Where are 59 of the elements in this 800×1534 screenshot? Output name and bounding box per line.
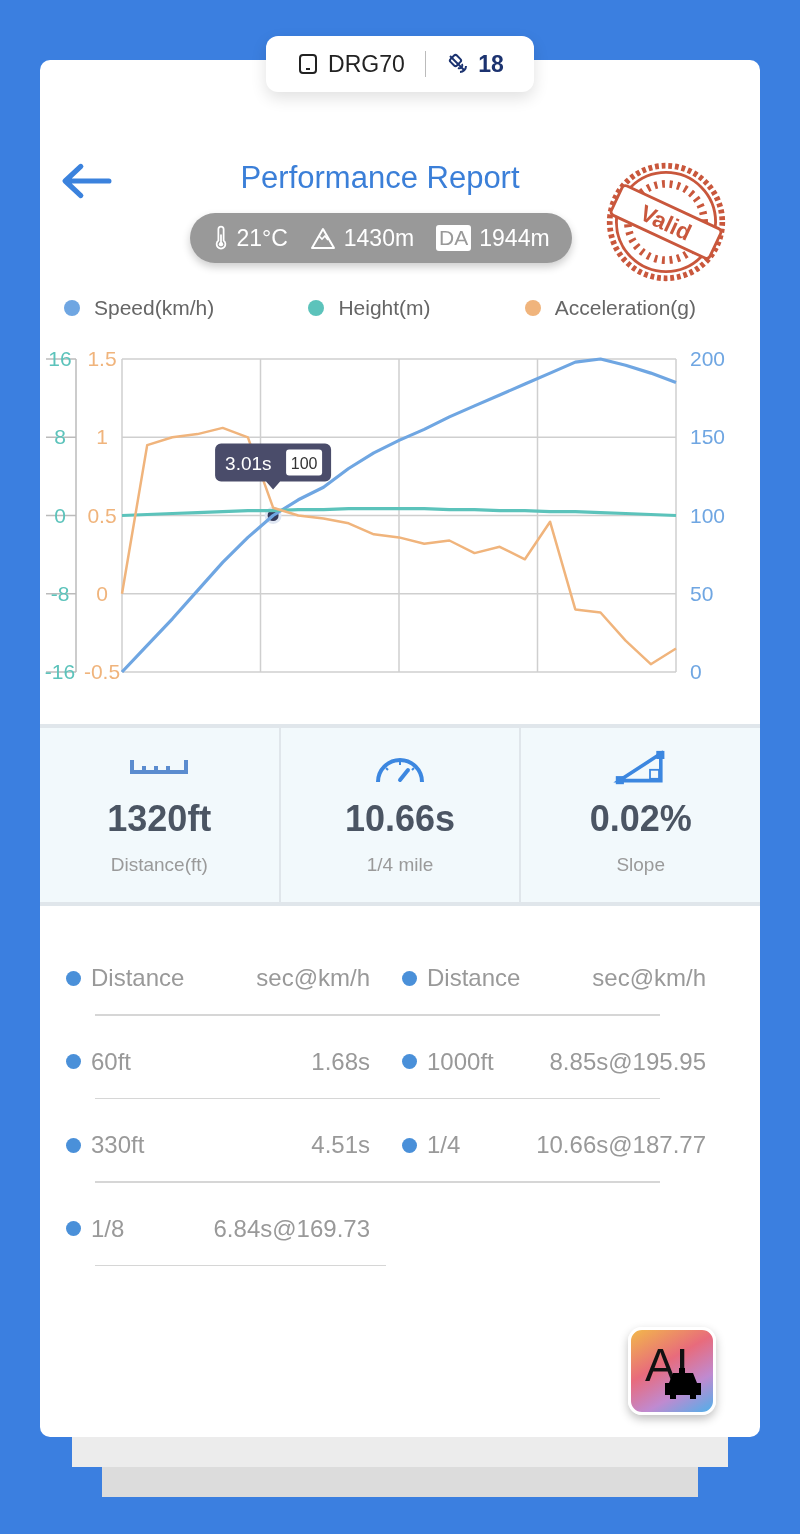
satellite-count: 18 <box>478 50 504 78</box>
split-distance: 1000ft <box>427 1047 494 1076</box>
legend-label: Acceleration(g) <box>554 296 696 320</box>
bullet-dot <box>66 1137 81 1153</box>
split-time: 6.84s@169.73 <box>213 1214 370 1243</box>
bullet-dot <box>402 1137 417 1153</box>
axis-tick-label: -8 <box>50 581 70 605</box>
column-header: Distance <box>91 964 185 992</box>
axis-tick-label: 0 <box>96 581 108 605</box>
altitude-text: 1430m <box>343 224 415 252</box>
temperature-text: 21°C <box>236 224 288 252</box>
device-name: DRG70 <box>328 50 405 78</box>
column-header: sec@km/h <box>592 964 706 992</box>
axis-tick-label: 0 <box>690 660 702 683</box>
axis-tick-label: 200 <box>690 347 726 370</box>
split-time: 1.68s <box>311 1047 370 1076</box>
bullet-dot <box>402 1054 417 1069</box>
bullet-dot <box>66 1221 81 1236</box>
stamp-text: Valid <box>636 199 696 246</box>
axis-tick-label: 100 <box>690 503 726 527</box>
thermometer-icon <box>214 225 229 251</box>
report-title: Performance Report <box>240 160 520 196</box>
stat-label: Distance(ft) <box>110 854 208 876</box>
axis-tick-label: 150 <box>690 425 726 449</box>
bullet-dot <box>66 970 81 986</box>
axis-tick-label: 0 <box>54 503 66 527</box>
mountain-icon <box>309 226 336 250</box>
axis-tick-label: 16 <box>48 347 72 370</box>
split-distance: 330ft <box>91 1131 145 1159</box>
split-time: 4.51s <box>311 1131 370 1159</box>
bullet-dot <box>66 1054 81 1069</box>
axis-tick-label: 1.5 <box>87 347 117 370</box>
bullet-dot <box>402 970 417 986</box>
axis-tick-label: 1 <box>96 425 108 449</box>
back-arrow-icon[interactable] <box>60 162 112 200</box>
tooltip-value: 100 <box>290 454 318 472</box>
axis-tick-label: -0.5 <box>83 660 121 683</box>
tooltip-time: 3.01s <box>225 452 272 474</box>
stat-value: 1320ft <box>107 798 212 840</box>
column-header: Distance <box>427 964 521 992</box>
axis-tick-label: -16 <box>44 660 76 683</box>
axis-tick-label: 50 <box>690 581 714 605</box>
axis-tick-label: 0.5 <box>87 503 117 527</box>
stat-label: Slope <box>616 854 665 876</box>
split-distance: 1/8 <box>91 1214 125 1243</box>
stat-value: 10.66s <box>344 798 456 840</box>
column-header: sec@km/h <box>256 964 370 992</box>
da-badge: DA <box>436 225 472 251</box>
legend-label: Speed(km/h) <box>94 296 215 320</box>
axis-tick-label: 8 <box>54 425 66 449</box>
stat-label: 1/4 mile <box>366 854 434 876</box>
split-distance: 1/4 <box>427 1131 461 1159</box>
legend-label: Height(m) <box>338 296 431 320</box>
stat-value: 0.02% <box>589 798 692 840</box>
density-altitude-text: 1944m <box>479 224 550 252</box>
split-distance: 60ft <box>91 1047 132 1076</box>
split-time: 8.85s@195.95 <box>549 1047 706 1076</box>
data-point <box>264 507 282 524</box>
split-time: 10.66s@187.77 <box>536 1131 706 1159</box>
